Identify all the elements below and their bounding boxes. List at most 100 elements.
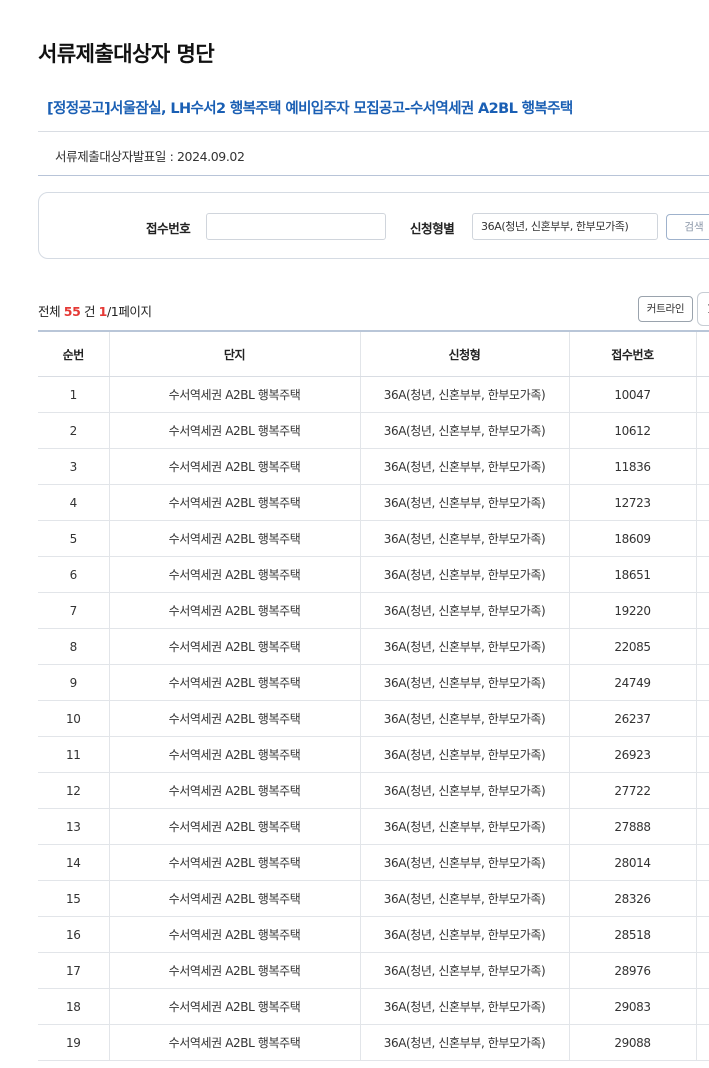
cell-complex: 수서역세권 A2BL 행복주택 <box>108 808 360 845</box>
cell-no: 12 <box>38 772 109 809</box>
result-summary: 전체 55 건 1/1페이지 <box>38 301 152 320</box>
cell-name: 정*숙 <box>695 808 709 845</box>
cell-receipt: 26923 <box>568 736 696 773</box>
cell-complex: 수서역세권 A2BL 행복주택 <box>108 412 360 449</box>
cell-type: 36A(청년, 신혼부부, 한부모가족) <box>359 952 569 989</box>
application-type-label: 신청형별 <box>410 221 455 236</box>
cell-receipt: 24749 <box>568 664 696 701</box>
cell-no: 4 <box>38 484 109 521</box>
cell-type: 36A(청년, 신혼부부, 한부모가족) <box>359 556 569 593</box>
cell-receipt: 28326 <box>568 880 696 917</box>
cell-complex: 수서역세권 A2BL 행복주택 <box>108 1024 360 1061</box>
cell-receipt: 18609 <box>568 520 696 557</box>
cell-type: 36A(청년, 신혼부부, 한부모가족) <box>359 592 569 629</box>
cell-receipt: 27888 <box>568 808 696 845</box>
table-row: 2 수서역세권 A2BL 행복주택 36A(청년, 신혼부부, 한부모가족) 1061… <box>38 412 709 449</box>
cell-complex: 수서역세권 A2BL 행복주택 <box>108 916 360 953</box>
results-table: 순번 단지 신청형 접수번호 성명 1수서역세권 A2BL 행복주택36A(청년… <box>38 330 709 1061</box>
cell-no: 1 <box>38 376 109 413</box>
cell-complex: 수서역세권 A2BL 행복주택 <box>108 700 360 737</box>
table-row: 3 수서역세권 A2BL 행복주택 36A(청년, 신혼부부, 한부모가족) 1183… <box>38 448 709 485</box>
cell-type: 36A(청년, 신혼부부, 한부모가족) <box>359 988 569 1025</box>
cell-receipt: 28976 <box>568 952 696 989</box>
table-row: 19 수서역세권 A2BL 행복주택 36A(청년, 신혼부부, 한부모가족) 290… <box>38 1024 709 1061</box>
cell-receipt: 12723 <box>568 484 696 521</box>
search-button[interactable]: 검색 <box>666 214 709 240</box>
cell-complex: 수서역세권 A2BL 행복주택 <box>108 880 360 917</box>
cell-type: 36A(청년, 신혼부부, 한부모가족) <box>359 808 569 845</box>
cell-receipt: 10047 <box>568 376 696 413</box>
page: 서류제출대상자 명단 [정정공고]서울잠실, LH수서2 행복주택 예비입주자 … <box>0 0 709 1068</box>
cell-name: 김*영 <box>695 880 709 917</box>
table-row: 14 수서역세권 A2BL 행복주택 36A(청년, 신혼부부, 한부모가족) 280… <box>38 844 709 881</box>
cell-receipt: 26237 <box>568 700 696 737</box>
cell-type: 36A(청년, 신혼부부, 한부모가족) <box>359 628 569 665</box>
cell-type: 36A(청년, 신혼부부, 한부모가족) <box>359 880 569 917</box>
cell-no: 13 <box>38 808 109 845</box>
cell-type: 36A(청년, 신혼부부, 한부모가족) <box>359 772 569 809</box>
column-header-complex: 단지 <box>108 330 360 377</box>
cell-name: 최*민 <box>695 484 709 521</box>
table-row: 16 수서역세권 A2BL 행복주택 36A(청년, 신혼부부, 한부모가족) 285… <box>38 916 709 953</box>
cell-name: 국*지 <box>695 520 709 557</box>
cell-name: 김*지 <box>695 628 709 665</box>
per-page-select[interactable]: 1 <box>697 292 709 326</box>
cell-name: 양*정 <box>695 772 709 809</box>
cell-receipt: 19220 <box>568 592 696 629</box>
table-row: 17 수서역세권 A2BL 행복주택 36A(청년, 신혼부부, 한부모가족) 289… <box>38 952 709 989</box>
table-header-row: 순번 단지 신청형 접수번호 성명 <box>38 330 709 377</box>
cell-name: 전*경 <box>695 664 709 701</box>
cell-type: 36A(청년, 신혼부부, 한부모가족) <box>359 916 569 953</box>
cell-name: 이*영 <box>695 952 709 989</box>
cell-receipt: 29088 <box>568 1024 696 1061</box>
receipt-number-label: 접수번호 <box>146 221 191 236</box>
table-row: 9 수서역세권 A2BL 행복주택 36A(청년, 신혼부부, 한부모가족) 2474… <box>38 664 709 701</box>
cell-receipt: 10612 <box>568 412 696 449</box>
cell-complex: 수서역세권 A2BL 행복주택 <box>108 952 360 989</box>
search-panel: 접수번호 신청형별 36A(청년, 신혼부부, 한부모가족) 검색 <box>38 192 709 259</box>
cell-name: 심*영 <box>695 988 709 1025</box>
receipt-number-input[interactable] <box>206 213 386 240</box>
cell-name: 권*영 <box>695 412 709 449</box>
cell-no: 11 <box>38 736 109 773</box>
cell-name: 이*라 <box>695 448 709 485</box>
column-header-receipt: 접수번호 <box>568 330 696 377</box>
page-title: 서류제출대상자 명단 <box>38 42 215 66</box>
cell-no: 17 <box>38 952 109 989</box>
divider <box>38 175 709 176</box>
table-row: 5 수서역세권 A2BL 행복주택 36A(청년, 신혼부부, 한부모가족) 1860… <box>38 520 709 557</box>
table-row: 15 수서역세권 A2BL 행복주택 36A(청년, 신혼부부, 한부모가족) 283… <box>38 880 709 917</box>
cell-no: 19 <box>38 1024 109 1061</box>
cell-receipt: 28518 <box>568 916 696 953</box>
cell-type: 36A(청년, 신혼부부, 한부모가족) <box>359 412 569 449</box>
cell-no: 3 <box>38 448 109 485</box>
cell-no: 7 <box>38 592 109 629</box>
application-type-select[interactable]: 36A(청년, 신혼부부, 한부모가족) <box>472 213 658 240</box>
cell-type: 36A(청년, 신혼부부, 한부모가족) <box>359 448 569 485</box>
notice-title[interactable]: [정정공고]서울잠실, LH수서2 행복주택 예비입주자 모집공고-수서역세권 … <box>47 97 573 118</box>
cell-complex: 수서역세권 A2BL 행복주택 <box>108 772 360 809</box>
column-header-name: 성명 <box>695 330 709 377</box>
table-body: 1 수서역세권 A2BL 행복주택 36A(청년, 신혼부부, 한부모가족) 1004… <box>38 376 709 1061</box>
cell-receipt: 22085 <box>568 628 696 665</box>
table-row: 18 수서역세권 A2BL 행복주택 36A(청년, 신혼부부, 한부모가족) 290… <box>38 988 709 1025</box>
cell-no: 5 <box>38 520 109 557</box>
cutline-button[interactable]: 커트라인 <box>638 296 693 322</box>
table-row: 11 수서역세권 A2BL 행복주택 36A(청년, 신혼부부, 한부모가족) 269… <box>38 736 709 773</box>
cell-complex: 수서역세권 A2BL 행복주택 <box>108 592 360 629</box>
table-row: 10 수서역세권 A2BL 행복주택 36A(청년, 신혼부부, 한부모가족) 262… <box>38 700 709 737</box>
cell-complex: 수서역세권 A2BL 행복주택 <box>108 736 360 773</box>
cell-receipt: 28014 <box>568 844 696 881</box>
cell-name: 김*익 <box>695 376 709 413</box>
table-row: 4 수서역세권 A2BL 행복주택 36A(청년, 신혼부부, 한부모가족) 1272… <box>38 484 709 521</box>
divider <box>38 131 709 132</box>
page-count: /1페이지 <box>106 304 152 319</box>
announce-date: 서류제출대상자발표일 : 2024.09.02 <box>55 149 245 164</box>
total-unit: 건 <box>83 304 96 319</box>
cell-no: 6 <box>38 556 109 593</box>
cell-complex: 수서역세권 A2BL 행복주택 <box>108 664 360 701</box>
cell-type: 36A(청년, 신혼부부, 한부모가족) <box>359 664 569 701</box>
cell-no: 10 <box>38 700 109 737</box>
cell-no: 15 <box>38 880 109 917</box>
cell-complex: 수서역세권 A2BL 행복주택 <box>108 376 360 413</box>
